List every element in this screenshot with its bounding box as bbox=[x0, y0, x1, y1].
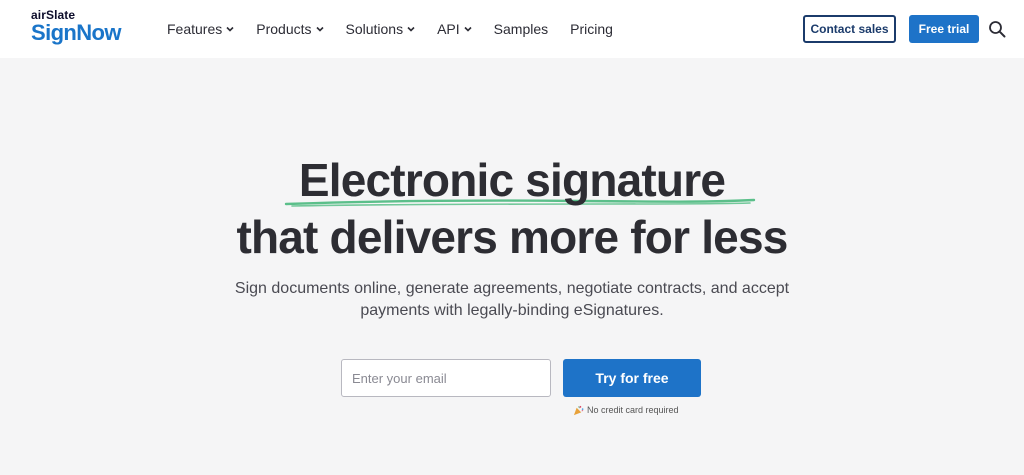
main-nav: Features Products Solutions API Samples … bbox=[167, 0, 635, 58]
nav-api-label: API bbox=[437, 21, 460, 37]
chevron-down-icon bbox=[464, 26, 472, 32]
nav-api[interactable]: API bbox=[437, 21, 472, 37]
note-text: No credit card required bbox=[587, 405, 679, 415]
chevron-down-icon bbox=[407, 26, 415, 32]
hero-title-line1: Electronic signature bbox=[298, 154, 726, 206]
contact-sales-button[interactable]: Contact sales bbox=[803, 15, 896, 43]
site-header: airSlate SignNow Features Products Solut… bbox=[0, 0, 1024, 58]
try-for-free-button[interactable]: Try for free bbox=[563, 359, 701, 397]
nav-products-label: Products bbox=[256, 21, 312, 37]
nav-features[interactable]: Features bbox=[167, 21, 234, 37]
search-icon[interactable] bbox=[988, 20, 1006, 38]
chevron-down-icon bbox=[315, 26, 324, 32]
nav-products[interactable]: Products bbox=[256, 21, 324, 37]
signnow-logo[interactable]: airSlate SignNow bbox=[31, 9, 122, 45]
logo-signnow-text: SignNow bbox=[31, 20, 122, 45]
party-popper-icon bbox=[573, 405, 584, 415]
nav-pricing-label: Pricing bbox=[570, 21, 613, 37]
hero-subtitle: Sign documents online, generate agreemen… bbox=[234, 280, 790, 319]
email-input[interactable] bbox=[341, 359, 551, 397]
nav-features-label: Features bbox=[167, 21, 223, 37]
free-trial-button[interactable]: Free trial bbox=[909, 15, 979, 43]
no-credit-card-note: No credit card required bbox=[573, 403, 679, 417]
hero-title-line2: that delivers more for less bbox=[236, 211, 788, 263]
nav-samples[interactable]: Samples bbox=[494, 21, 548, 37]
nav-samples-label: Samples bbox=[493, 21, 549, 37]
nav-pricing[interactable]: Pricing bbox=[570, 21, 613, 37]
chevron-down-icon bbox=[226, 26, 234, 32]
nav-solutions[interactable]: Solutions bbox=[346, 21, 416, 37]
nav-solutions-label: Solutions bbox=[345, 21, 404, 37]
